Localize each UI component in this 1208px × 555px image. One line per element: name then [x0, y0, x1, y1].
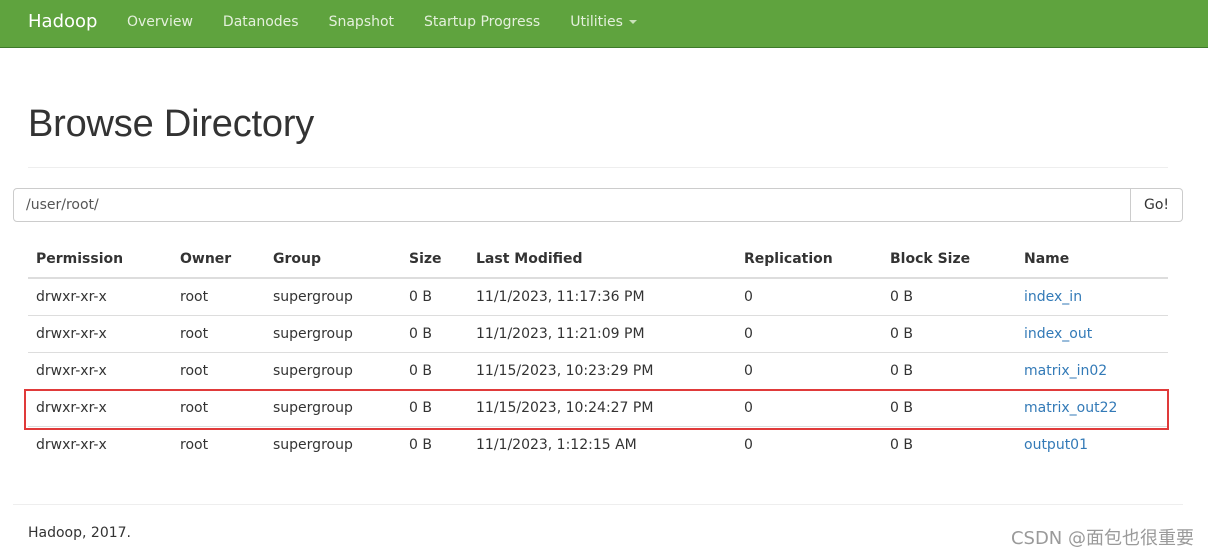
cell-name: output01 [1016, 425, 1168, 463]
nav-utilities-dropdown[interactable]: Utilities [555, 0, 652, 47]
top-navbar: Hadoop Overview Datanodes Snapshot Start… [0, 0, 1208, 48]
nav-overview[interactable]: Overview [112, 0, 208, 47]
cell-owner: root [172, 425, 265, 463]
header-group[interactable]: Group [265, 240, 401, 279]
nav-links: Overview Datanodes Snapshot Startup Prog… [112, 0, 652, 47]
cell-size: 0 B [401, 425, 468, 463]
cell-permission: drwxr-xr-x [28, 314, 172, 352]
cell-block-size: 0 B [882, 351, 1016, 389]
cell-last-modified: 11/1/2023, 11:21:09 PM [468, 314, 736, 352]
nav-snapshot[interactable]: Snapshot [314, 0, 409, 47]
footer-divider [13, 504, 1183, 505]
nav-datanodes[interactable]: Datanodes [208, 0, 314, 47]
table-row: drwxr-xr-x root supergroup 0 B 11/1/2023… [28, 278, 1168, 315]
cell-replication: 0 [736, 351, 882, 389]
cell-last-modified: 11/15/2023, 10:23:29 PM [468, 351, 736, 389]
cell-name: matrix_in02 [1016, 351, 1168, 389]
directory-link[interactable]: index_out [1024, 326, 1092, 342]
path-bar: Go! [13, 188, 1183, 222]
footer-text: Hadoop, 2017. [28, 525, 131, 541]
brand-link[interactable]: Hadoop [28, 11, 97, 32]
cell-group: supergroup [265, 314, 401, 352]
header-block-size[interactable]: Block Size [882, 240, 1016, 279]
cell-replication: 0 [744, 288, 753, 305]
header-size[interactable]: Size [401, 240, 468, 279]
cell-block-size: 0 B [882, 425, 1016, 463]
cell-replication: 0 [736, 425, 882, 463]
table-row: drwxr-xr-x root supergroup 0 B 11/1/2023… [28, 314, 1168, 352]
cell-permission: drwxr-xr-x [28, 425, 172, 463]
caret-down-icon [628, 20, 637, 24]
cell-size: 0 B [401, 314, 468, 352]
red-highlight-annotation [24, 389, 1169, 430]
header-owner[interactable]: Owner [172, 240, 265, 279]
cell-group: supergroup [273, 288, 353, 305]
directory-link[interactable]: index_in [1024, 289, 1082, 305]
page-title: Browse Directory [28, 103, 315, 145]
cell-block-size: 0 B [882, 314, 1016, 352]
cell-replication: 0 [736, 314, 882, 352]
cell-block-size: 0 B [890, 288, 913, 305]
header-permission[interactable]: Permission [28, 240, 172, 279]
nav-utilities-label: Utilities [570, 14, 623, 30]
header-replication[interactable]: Replication [736, 240, 882, 279]
cell-owner: root [172, 351, 265, 389]
cell-owner: root [172, 314, 265, 352]
cell-permission: drwxr-xr-x [28, 351, 172, 389]
cell-group: supergroup [265, 351, 401, 389]
cell-name: index_out [1016, 314, 1168, 352]
cell-size: 0 B [401, 351, 468, 389]
go-button[interactable]: Go! [1131, 188, 1183, 222]
directory-path-input[interactable] [13, 188, 1131, 222]
table-header-row: Permission Owner Group Size Last Modifie… [28, 240, 1168, 279]
cell-last-modified: 11/1/2023, 11:17:36 PM [476, 288, 645, 305]
title-divider [28, 167, 1168, 168]
header-last-modified[interactable]: Last Modified [468, 240, 736, 279]
nav-startup-progress[interactable]: Startup Progress [409, 0, 555, 47]
table-row: drwxr-xr-x root supergroup 0 B 11/15/202… [28, 351, 1168, 389]
cell-owner: root [180, 288, 209, 305]
cell-name: index_in [1016, 278, 1168, 315]
cell-size: 0 B [409, 288, 432, 305]
csdn-watermark: CSDN @面包也很重要 [1010, 528, 1194, 549]
cell-last-modified: 11/1/2023, 1:12:15 AM [468, 425, 736, 463]
directory-link[interactable]: matrix_in02 [1024, 363, 1107, 379]
directory-link[interactable]: output01 [1024, 437, 1088, 453]
cell-permission: drwxr-xr-x [36, 288, 107, 305]
header-name[interactable]: Name [1016, 240, 1168, 279]
table-row: drwxr-xr-x root supergroup 0 B 11/1/2023… [28, 425, 1168, 463]
cell-group: supergroup [265, 425, 401, 463]
